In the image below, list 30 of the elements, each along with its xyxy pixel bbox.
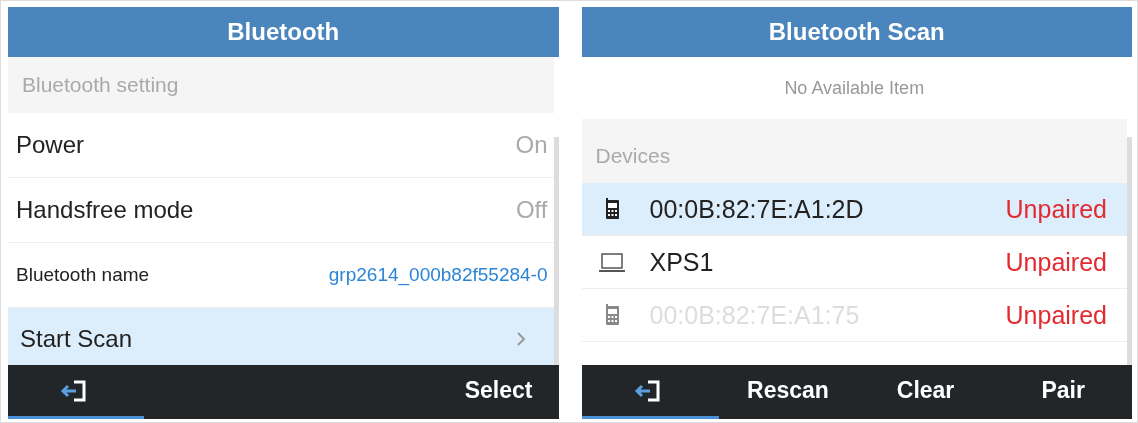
section-header: Bluetooth setting	[8, 57, 554, 113]
device-name: 00:0B:82:7E:A1:2D	[649, 194, 865, 224]
chevron-icon	[515, 330, 526, 347]
pairing-status: Unpaired	[1005, 247, 1107, 277]
row-value: On	[515, 131, 548, 159]
row-label: Bluetooth name	[16, 264, 150, 286]
softkey[interactable]: Rescan	[719, 365, 857, 419]
settings-row[interactable]: Handsfree mode Off	[8, 178, 554, 243]
pairing-status: Unpaired	[1005, 194, 1107, 224]
empty-message: No Available Item	[783, 76, 926, 100]
scrollbar[interactable]	[1127, 137, 1132, 365]
softkey[interactable]: Pair	[994, 365, 1132, 419]
device-row[interactable]: 00:0B:82:7E:A1:2D Unpaired	[581, 183, 1127, 236]
section-header: Devices	[581, 119, 1127, 183]
laptop-icon	[597, 251, 626, 273]
row-value: grp2614_000b82f55284-0	[328, 264, 548, 286]
softkey[interactable]: Clear	[856, 365, 995, 419]
row-label: Start Scan	[20, 324, 133, 353]
row-label: Power	[16, 131, 85, 159]
settings-row[interactable]: Power On	[8, 113, 554, 178]
row-value: Off	[515, 196, 548, 224]
device-name: XPS1	[649, 247, 715, 277]
device-row[interactable]: XPS1 Unpaired	[581, 236, 1127, 289]
softkey[interactable]: Select	[464, 365, 559, 419]
scrollbar[interactable]	[553, 137, 559, 365]
screen-title: Bluetooth	[8, 7, 559, 57]
pairing-status: Unpaired	[1005, 300, 1107, 330]
row-label: Handsfree mode	[16, 196, 194, 224]
settings-row[interactable]: Start Scan	[8, 308, 554, 365]
screen-title: Bluetooth Scan	[581, 7, 1132, 57]
